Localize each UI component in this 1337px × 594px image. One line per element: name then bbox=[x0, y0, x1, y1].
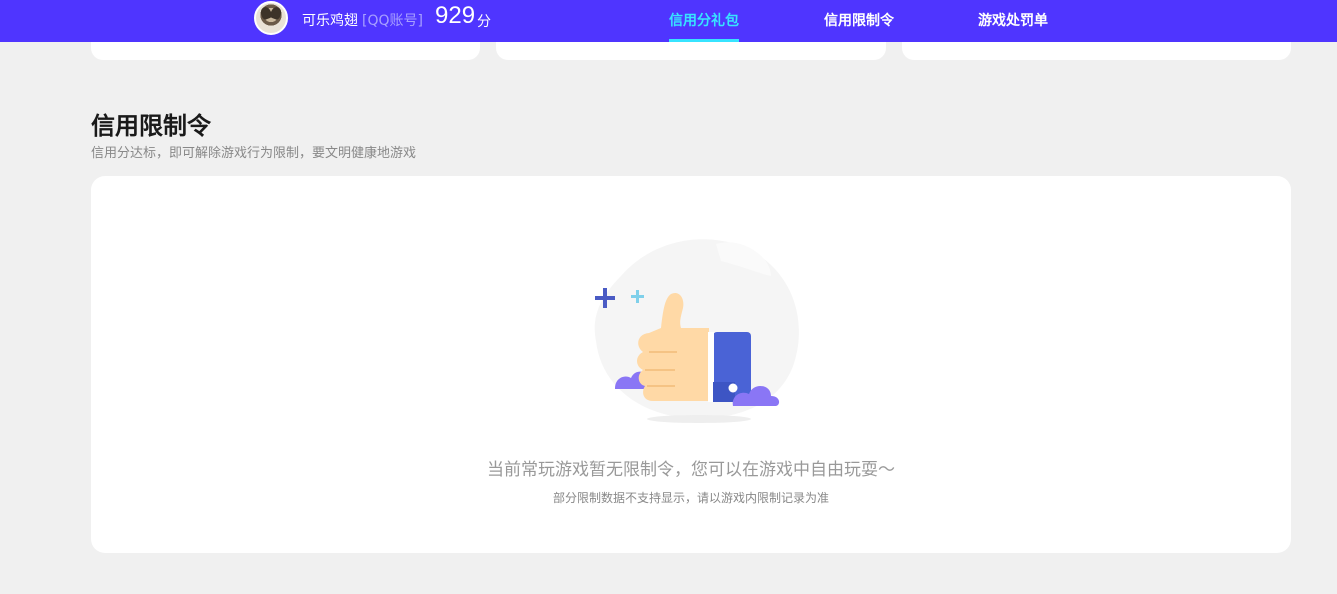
empty-state-note: 部分限制数据不支持显示，请以游戏内限制记录为准 bbox=[552, 491, 829, 505]
section-subtitle: 信用分达标，即可解除游戏行为限制，要文明健康地游戏 bbox=[91, 146, 417, 161]
tab-credit-restriction[interactable]: 信用限制令 bbox=[824, 10, 894, 30]
tab-credit-gift[interactable]: 信用分礼包 bbox=[669, 10, 739, 30]
restriction-card: 当前常玩游戏暂无限制令，您可以在游戏中自由玩耍～ 部分限制数据不支持显示，请以游… bbox=[91, 176, 1291, 553]
section-title: 信用限制令 bbox=[91, 112, 211, 140]
credit-score-unit: 分 bbox=[477, 14, 491, 30]
page: 可乐鸡翅 [QQ账号] 929 分 信用分礼包 信用限制令 游戏处罚单 信用限制… bbox=[0, 0, 1337, 594]
tab-game-penalty[interactable]: 游戏处罚单 bbox=[978, 10, 1048, 30]
thumbs-up-illustration-icon bbox=[594, 239, 799, 423]
empty-state-message: 当前常玩游戏暂无限制令，您可以在游戏中自由玩耍～ bbox=[487, 460, 895, 480]
user-name: 可乐鸡翅 bbox=[302, 13, 358, 29]
avatar[interactable] bbox=[254, 1, 288, 35]
top-header: 可乐鸡翅 [QQ账号] 929 分 信用分礼包 信用限制令 游戏处罚单 bbox=[0, 0, 1337, 42]
account-type-tag: [QQ账号] bbox=[362, 13, 423, 29]
active-tab-indicator bbox=[669, 39, 739, 42]
avatar-ear bbox=[269, 5, 283, 21]
credit-score: 929 bbox=[435, 2, 476, 29]
